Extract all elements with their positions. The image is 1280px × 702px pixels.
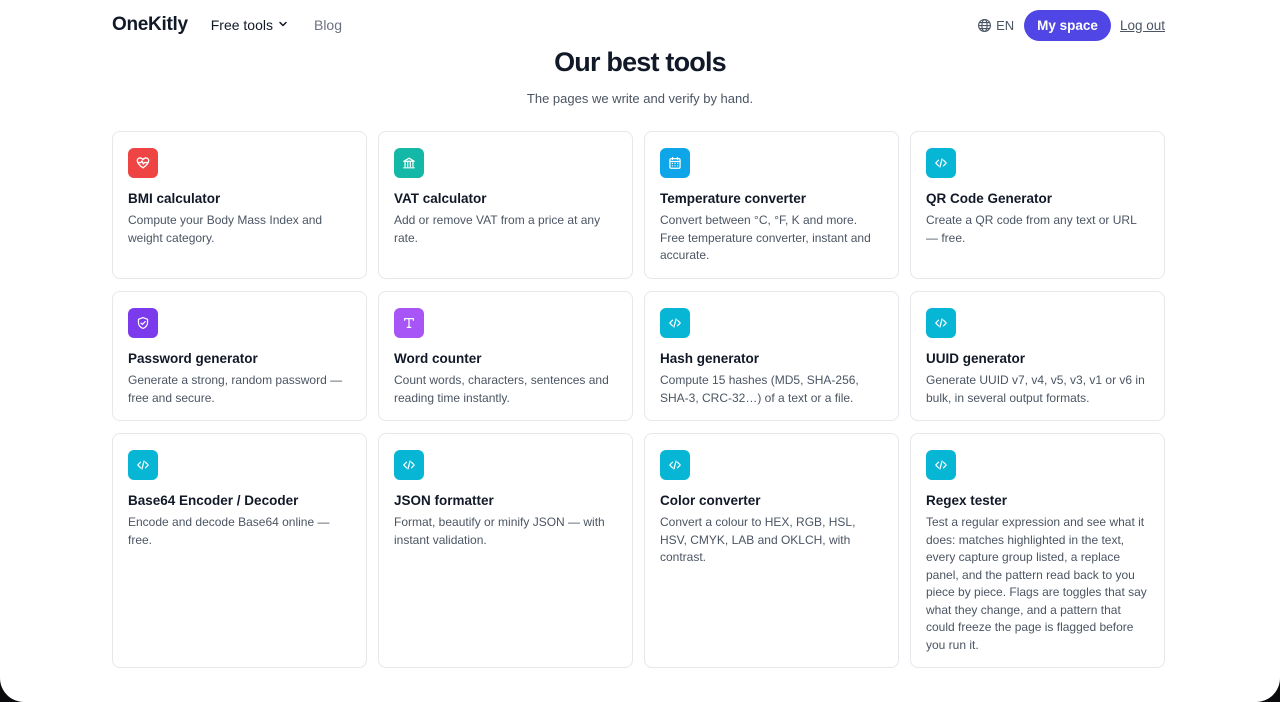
page-title: Our best tools [554,47,727,77]
tool-card-bmi-calculator[interactable]: BMI calculator Compute your Body Mass Ind… [112,131,367,279]
tool-card-description: Convert between °C, °F, K and more. Free… [660,213,871,262]
tool-card-title: Hash generator [660,351,760,366]
language-selector[interactable]: EN [977,18,1014,33]
tool-card-base64-encoder-decoder[interactable]: Base64 Encoder / Decoder Encode and decod… [112,433,367,668]
tool-card-title: VAT calculator [394,191,487,206]
language-label: EN [996,17,1015,33]
tool-card-title: BMI calculator [128,191,221,206]
tool-card-description: Create a QR code from any text or URL — … [926,213,1137,245]
tool-card-title: Base64 Encoder / Decoder [128,493,299,508]
site-logo[interactable]: OneKitly [112,14,188,36]
tool-card-title: UUID generator [926,351,1026,366]
tool-card-qr-code-generator[interactable]: QR Code Generator Create a QR code from a… [910,131,1165,279]
tool-card-password-generator[interactable]: Password generator Generate a strong, ran… [112,291,367,421]
bank-icon [394,148,424,178]
blog-link[interactable]: Blog [314,17,342,33]
page-subtitle: The pages we write and verify by hand. [526,91,754,106]
tool-card-title: Color converter [660,493,761,508]
code-icon [660,308,690,338]
tool-card-description: Format, beautify or minify JSON — with i… [394,515,605,547]
chevron-down-icon [279,21,287,27]
header-actions: EN My space Log out [977,9,1165,41]
tool-card-color-converter[interactable]: Color converter Convert a colour to HEX, … [644,433,899,668]
tool-card-title: Word counter [394,351,482,366]
code-icon [128,450,158,480]
tool-card-title: Password generator [128,351,258,366]
code-icon [926,450,956,480]
tool-card-description: Convert a colour to HEX, RGB, HSL, HSV, … [660,515,856,564]
calendar-icon [660,148,690,178]
tool-card-title: Regex tester [926,493,1008,508]
site-header: OneKitly Free tools Blog EN My space Log… [112,0,1165,50]
logout-link[interactable]: Log out [1120,18,1165,33]
tool-card-temperature-converter[interactable]: Temperature converter Convert between °C,… [644,131,899,279]
page: OneKitly Free tools Blog EN My space Log… [0,0,1280,702]
tool-card-word-counter[interactable]: Word counter Count words, characters, sen… [378,291,633,421]
tool-card-description: Count words, characters, sentences and r… [394,373,609,405]
tool-card-title: QR Code Generator [926,191,1053,206]
tool-card-description: Compute your Body Mass Index and weight … [128,213,323,245]
globe-icon [978,18,992,32]
tool-card-regex-tester[interactable]: Regex tester Test a regular expression an… [910,433,1165,668]
shield-icon [128,308,158,338]
free-tools-label: Free tools [210,17,273,33]
free-tools-menu[interactable]: Free tools [211,17,288,33]
text-icon [394,308,424,338]
tool-card-description: Generate a strong, random password — fre… [128,373,343,405]
code-icon [926,308,956,338]
heart-pulse-icon [128,148,158,178]
code-icon [926,148,956,178]
tool-card-uuid-generator[interactable]: UUID generator Generate UUID v7, v4, v5, … [910,291,1165,421]
tool-card-description: Test a regular expression and see what i… [926,515,1147,652]
tool-card-hash-generator[interactable]: Hash generator Compute 15 hashes (MD5, SH… [644,291,899,421]
tool-card-json-formatter[interactable]: JSON formatter Format, beautify or minify… [378,433,633,668]
tool-card-title: Temperature converter [660,191,807,206]
tool-card-title: JSON formatter [394,493,494,508]
tools-grid: BMI calculator Compute your Body Mass Ind… [112,131,1165,668]
my-space-button[interactable]: My space [1024,9,1111,41]
tool-card-vat-calculator[interactable]: VAT calculator Add or remove VAT from a p… [378,131,633,279]
tool-card-description: Compute 15 hashes (MD5, SHA-256, SHA-3, … [660,373,859,405]
tool-card-description: Generate UUID v7, v4, v5, v3, v1 or v6 i… [926,373,1145,405]
code-icon [394,450,424,480]
tool-card-description: Add or remove VAT from a price at any ra… [394,213,601,245]
tool-card-description: Encode and decode Base64 online — free. [128,515,330,547]
main-nav: Free tools Blog [211,17,342,33]
code-icon [660,450,690,480]
